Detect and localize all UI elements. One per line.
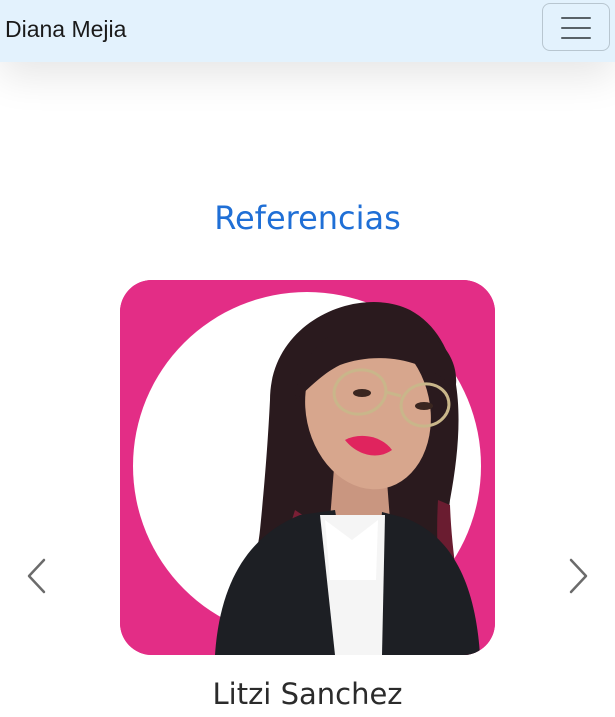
reference-photo — [120, 280, 495, 655]
navbar-toggler-button[interactable] — [542, 3, 610, 51]
navbar-brand[interactable]: Diana Mejia — [5, 14, 126, 44]
section-title: Referencias — [214, 198, 401, 237]
carousel-prev-button[interactable] — [18, 553, 58, 599]
carousel-next-button[interactable] — [557, 553, 597, 599]
navbar: Diana Mejia — [0, 0, 615, 62]
reference-name: Litzi Sanchez — [212, 677, 403, 711]
chevron-right-icon — [569, 558, 588, 594]
profile-photo — [120, 280, 495, 655]
chevron-left-icon — [27, 558, 46, 594]
